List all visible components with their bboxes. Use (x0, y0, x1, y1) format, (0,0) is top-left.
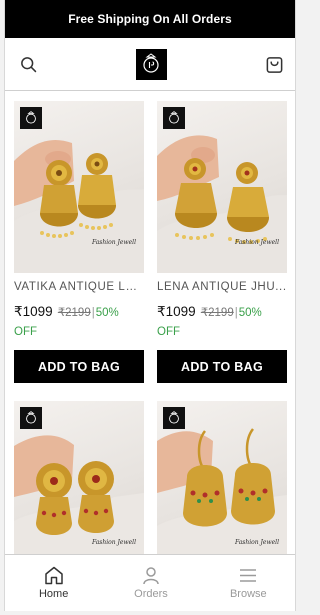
discount-label: OFF (14, 326, 37, 338)
top-header (5, 38, 295, 91)
menu-icon (240, 569, 257, 582)
original-price: ₹2199 (200, 307, 234, 319)
announcement-bar: Free Shipping On All Orders (5, 0, 295, 38)
price-separator: | (91, 307, 95, 319)
image-watermark: Fashion Jewell (91, 539, 136, 546)
nav-orders[interactable]: Orders (102, 555, 199, 611)
image-watermark: Fashion Jewell (234, 239, 279, 246)
original-price: ₹2199 (57, 307, 91, 319)
brand-badge-icon (20, 107, 42, 129)
app-frame: Free Shipping On All Orders Fashion Jewe… (4, 0, 296, 611)
product-grid: Fashion Jewell VATIKA ANTIQUE LA... ₹109… (5, 91, 295, 573)
product-image[interactable]: Fashion Jewell (14, 401, 144, 573)
image-watermark: Fashion Jewell (91, 239, 136, 246)
home-icon (44, 566, 63, 585)
product-card[interactable]: Fashion Jewell (14, 401, 144, 573)
add-to-bag-button[interactable]: ADD TO BAG (14, 350, 144, 383)
add-to-bag-button[interactable]: ADD TO BAG (157, 350, 287, 383)
nav-browse-label: Browse (229, 588, 267, 600)
search-icon[interactable] (15, 51, 41, 77)
product-image[interactable]: Fashion Jewell (157, 401, 287, 573)
brand-badge-icon (20, 407, 42, 429)
product-card[interactable]: Fashion Jewell VATIKA ANTIQUE LA... ₹109… (14, 101, 144, 383)
product-image[interactable]: Fashion Jewell (157, 101, 287, 273)
nav-orders-label: Orders (134, 588, 168, 600)
discount-percent: 50% (95, 307, 119, 319)
brand-logo[interactable] (135, 48, 167, 80)
price-block: ₹1099 ₹2199|50% OFF (157, 302, 287, 342)
product-name[interactable]: VATIKA ANTIQUE LA... (14, 281, 144, 293)
brand-badge-icon (163, 107, 185, 129)
product-name[interactable]: LENA ANTIQUE JHU... (157, 281, 287, 293)
nav-home-label: Home (38, 588, 69, 600)
product-card[interactable]: Fashion Jewell (157, 401, 287, 573)
image-watermark: Fashion Jewell (234, 539, 279, 546)
brand-badge-icon (163, 407, 185, 429)
user-icon (143, 567, 159, 585)
shopping-bag-icon[interactable] (261, 51, 287, 77)
discount-label: OFF (157, 326, 180, 338)
product-image[interactable]: Fashion Jewell (14, 101, 144, 273)
discount-percent: 50% (238, 307, 262, 319)
sale-price: ₹1099 (157, 304, 196, 319)
nav-home[interactable]: Home (5, 555, 102, 611)
product-card[interactable]: Fashion Jewell LENA ANTIQUE JHU... ₹1099… (157, 101, 287, 383)
bottom-navigation: Home Orders Browse (5, 554, 295, 611)
announcement-text: Free Shipping On All Orders (68, 12, 232, 26)
sale-price: ₹1099 (14, 304, 53, 319)
price-block: ₹1099 ₹2199|50% OFF (14, 302, 144, 342)
price-separator: | (234, 307, 238, 319)
nav-browse[interactable]: Browse (200, 555, 295, 611)
